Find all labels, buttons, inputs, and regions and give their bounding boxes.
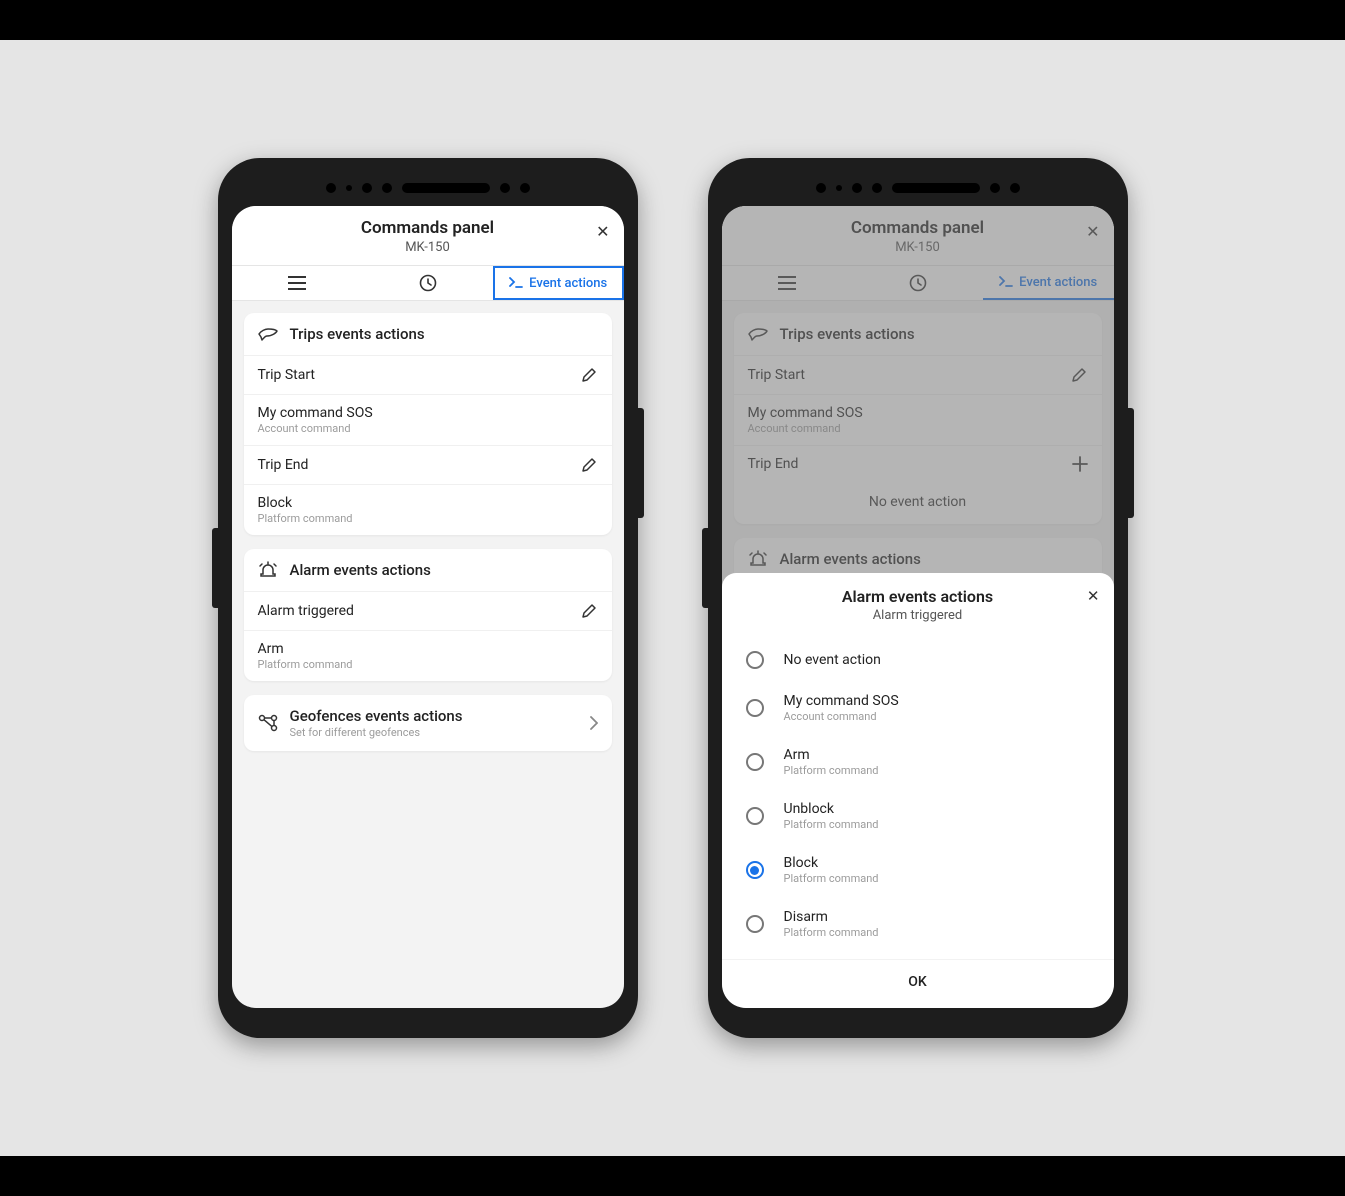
sheet-title: Alarm events actions [740,587,1096,606]
option-disarm[interactable]: Disarm Platform command [722,897,1114,951]
row-sublabel: Platform command [258,512,353,525]
tab-history[interactable] [362,266,493,300]
option-arm[interactable]: Arm Platform command [722,735,1114,789]
option-label: Arm [784,747,879,763]
option-no-action[interactable]: No event action [722,639,1114,681]
action-sheet: Alarm events actions Alarm triggered ✕ N… [722,573,1114,1008]
option-sublabel: Platform command [784,872,879,885]
option-label: No event action [784,652,881,668]
row-label: Block [258,495,353,511]
plane-icon [258,326,278,342]
table-row[interactable]: Alarm triggered [244,591,612,630]
card-title: Trips events actions [290,325,425,343]
tab-event-actions[interactable]: Event actions [493,266,624,300]
card-subtitle: Set for different geofences [290,726,463,739]
radio-icon [746,915,764,933]
option-label: Disarm [784,909,879,925]
edit-icon[interactable] [580,602,598,620]
edit-icon[interactable] [580,366,598,384]
table-row[interactable]: Trip Start [244,355,612,394]
screen-left: Commands panel MK-150 ✕ [232,206,624,1008]
radio-icon [746,651,764,669]
radio-icon [746,699,764,717]
option-block[interactable]: Block Platform command [722,843,1114,897]
geofence-icon [258,714,278,732]
option-label: Block [784,855,879,871]
table-row[interactable]: Arm Platform command [244,630,612,681]
table-row[interactable]: My command SOS Account command [244,394,612,445]
option-list: No event action My command SOS Account c… [722,629,1114,955]
row-label: Alarm triggered [258,603,354,619]
option-label: Unblock [784,801,879,817]
geofences-card[interactable]: Geofences events actions Set for differe… [244,695,612,751]
option-my-command-sos[interactable]: My command SOS Account command [722,681,1114,735]
row-label: Arm [258,641,353,657]
tab-list[interactable] [232,266,363,300]
speaker-row [218,178,638,198]
tab-bar: Event actions [232,265,624,301]
option-unblock[interactable]: Unblock Platform command [722,789,1114,843]
speaker-row [708,178,1128,198]
tab-label: Event actions [529,276,607,291]
trips-card: Trips events actions Trip Start My comma… [244,313,612,535]
panel-subtitle: MK-150 [248,240,608,255]
row-label: Trip End [258,457,309,473]
phone-right: Commands panel MK-150 ✕ [708,158,1128,1038]
row-label: My command SOS [258,405,373,421]
sheet-subtitle: Alarm triggered [740,608,1096,623]
screen-right: Commands panel MK-150 ✕ [722,206,1114,1008]
radio-icon [746,807,764,825]
close-icon[interactable]: ✕ [596,222,609,241]
panel-header: Commands panel MK-150 ✕ [232,206,624,265]
card-title: Geofences events actions [290,707,463,725]
clock-icon [419,274,437,292]
row-sublabel: Platform command [258,658,353,671]
card-title: Alarm events actions [290,561,431,579]
table-row[interactable]: Block Platform command [244,484,612,535]
menu-icon [288,276,306,290]
radio-icon [746,753,764,771]
row-sublabel: Account command [258,422,373,435]
option-sublabel: Platform command [784,764,879,777]
alarm-card: Alarm events actions Alarm triggered Arm… [244,549,612,681]
alarm-icon [258,561,278,579]
option-sublabel: Platform command [784,818,879,831]
option-sublabel: Platform command [784,926,879,939]
edit-icon[interactable] [580,456,598,474]
row-label: Trip Start [258,367,316,383]
terminal-icon [509,277,523,289]
panel-title: Commands panel [248,218,608,238]
option-label: My command SOS [784,693,899,709]
option-sublabel: Account command [784,710,899,723]
phone-left: Commands panel MK-150 ✕ [218,158,638,1038]
ok-button[interactable]: OK [722,959,1114,1008]
close-icon[interactable]: ✕ [1087,587,1100,605]
table-row[interactable]: Trip End [244,445,612,484]
radio-icon-selected [746,861,764,879]
chevron-right-icon [590,716,598,730]
